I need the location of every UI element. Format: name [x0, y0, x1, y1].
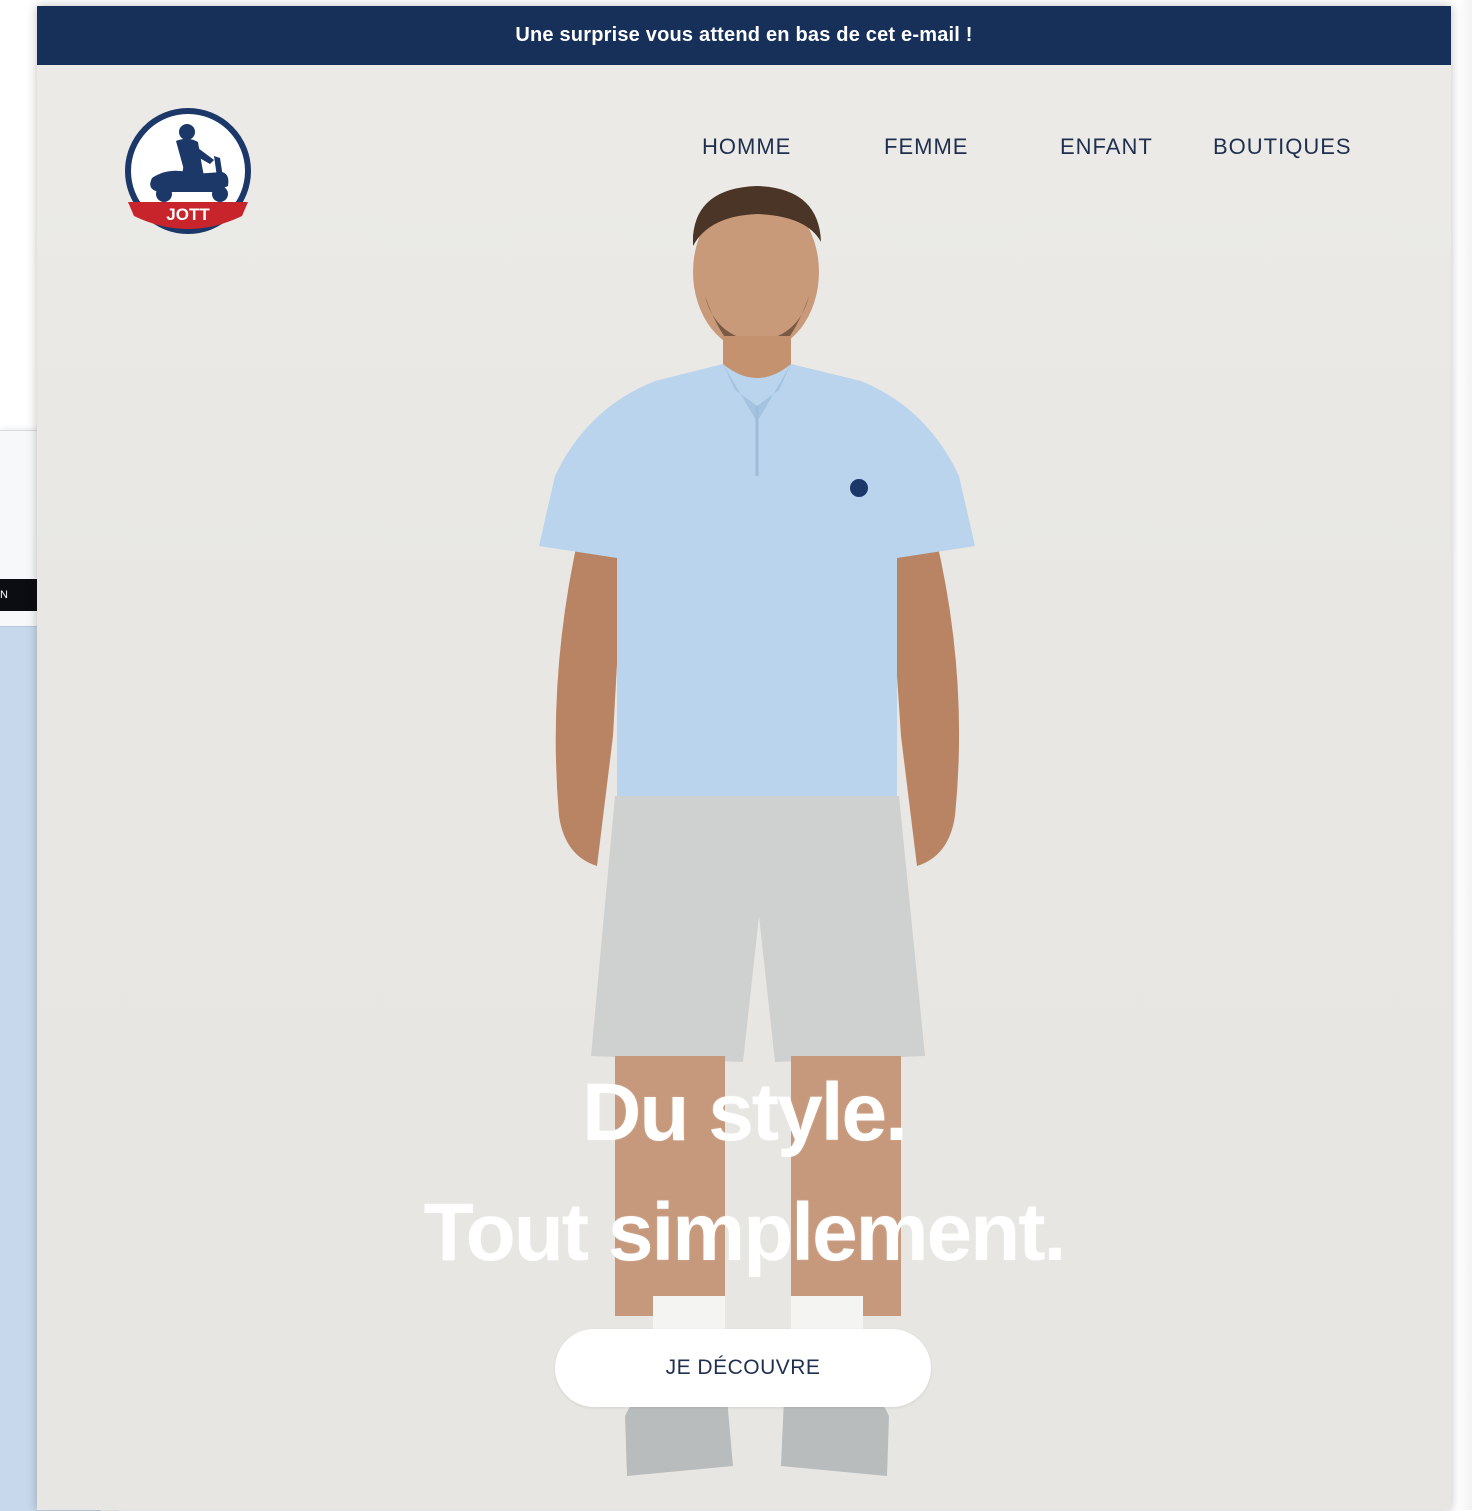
promo-banner-text: Une surprise vous attend en bas de cet e…: [515, 24, 973, 46]
window-edge-shadow: [1458, 0, 1472, 1510]
nav-femme[interactable]: FEMME: [884, 134, 968, 160]
email-window: Une surprise vous attend en bas de cet e…: [37, 6, 1451, 1510]
hero-model-image: [539, 186, 975, 1476]
nav-enfant[interactable]: ENFANT: [1060, 134, 1153, 160]
scooter-rider-icon: JOTT: [125, 108, 251, 234]
hero-headline-line2: Tout simplement.: [423, 1187, 1067, 1278]
nav-homme[interactable]: HOMME: [702, 134, 791, 160]
hero-headline-line1: Du style.: [582, 1067, 908, 1158]
promo-banner: Une surprise vous attend en bas de cet e…: [37, 6, 1451, 65]
logo-text: JOTT: [166, 205, 210, 224]
background-dark-bar-text: N: [0, 589, 8, 601]
brand-logo[interactable]: JOTT: [110, 108, 266, 234]
nav-boutiques[interactable]: BOUTIQUES: [1213, 134, 1352, 160]
discover-button[interactable]: JE DÉCOUVRE: [555, 1329, 931, 1407]
